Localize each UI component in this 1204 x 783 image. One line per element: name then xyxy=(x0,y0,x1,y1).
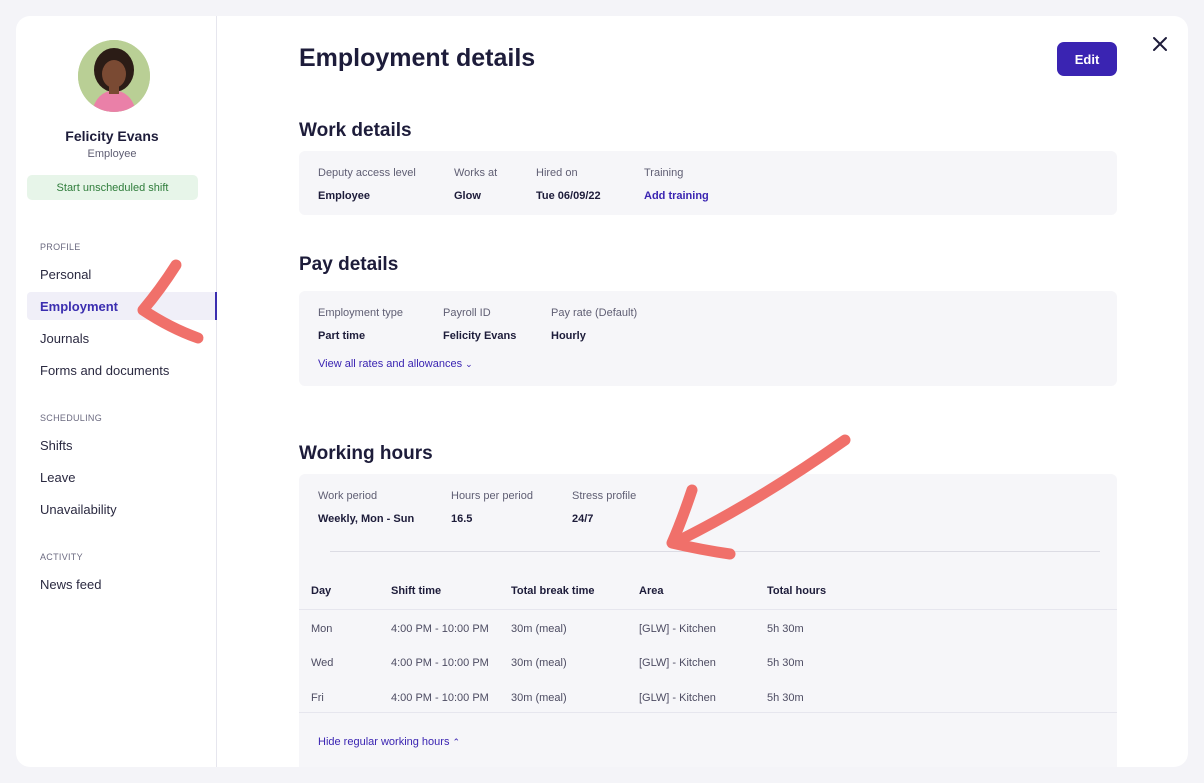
pay-details-heading: Pay details xyxy=(299,254,399,275)
page-title: Employment details xyxy=(299,44,536,72)
field-label: Works at xyxy=(454,167,498,179)
field-training: Training Add training xyxy=(644,167,709,202)
field-works-at: Works at Glow xyxy=(454,167,497,202)
nav-item-unavailability[interactable]: Unavailability xyxy=(27,495,217,523)
column-header-shift-time: Shift time xyxy=(391,585,442,597)
field-value: Weekly, Mon - Sun xyxy=(318,513,415,525)
nav-item-personal[interactable]: Personal xyxy=(27,260,217,288)
edit-button[interactable]: Edit xyxy=(1057,42,1117,76)
field-label: Employment type xyxy=(318,307,403,319)
column-header-day: Day xyxy=(311,585,332,597)
avatar xyxy=(78,40,150,112)
view-all-rates-link[interactable]: View all rates and allowances ⌄ xyxy=(318,358,473,370)
nav-item-employment[interactable]: Employment xyxy=(27,292,217,320)
field-value: Part time xyxy=(318,330,366,342)
view-all-rates-label: View all rates and allowances xyxy=(318,358,463,370)
field-label: Payroll ID xyxy=(443,307,491,319)
field-value: Felicity Evans xyxy=(443,330,517,342)
cell-area: [GLW] - Kitchen xyxy=(639,623,716,635)
chevron-down-icon: ⌄ xyxy=(465,359,473,369)
cell-shift-time: 4:00 PM - 10:00 PM xyxy=(391,692,489,704)
field-label: Pay rate (Default) xyxy=(551,307,638,319)
close-icon[interactable] xyxy=(1150,34,1170,54)
cell-break-time: 30m (meal) xyxy=(511,623,567,635)
hide-working-hours-label: Hide regular working hours xyxy=(318,736,450,748)
column-header-total-hours: Total hours xyxy=(767,585,827,597)
employee-name: Felicity Evans xyxy=(65,128,159,144)
cell-total-hours: 5h 30m xyxy=(767,623,804,635)
field-label: Work period xyxy=(318,490,378,502)
nav-item-forms-and-documents[interactable]: Forms and documents xyxy=(27,356,217,384)
cell-area: [GLW] - Kitchen xyxy=(639,692,716,704)
section-title-activity: ACTIVITY xyxy=(40,552,83,562)
column-header-area: Area xyxy=(639,585,664,597)
work-details-heading: Work details xyxy=(299,120,412,141)
field-hours-per-period: Hours per period 16.5 xyxy=(451,490,533,525)
nav-item-shifts[interactable]: Shifts xyxy=(27,431,217,459)
cell-total-hours: 5h 30m xyxy=(767,657,804,669)
field-label: Deputy access level xyxy=(318,167,416,179)
hide-working-hours-link[interactable]: Hide regular working hours ⌃ xyxy=(318,736,460,748)
section-title-profile: PROFILE xyxy=(40,242,81,252)
field-pay-rate: Pay rate (Default) Hourly xyxy=(551,307,637,342)
field-value: Glow xyxy=(454,190,481,202)
table-header-divider xyxy=(299,609,1117,610)
employee-role: Employee xyxy=(87,148,137,160)
chevron-up-icon: ⌃ xyxy=(452,737,460,747)
employment-details-panel: Employment details Edit Work details Dep… xyxy=(218,16,1188,767)
field-access-level: Deputy access level Employee xyxy=(318,167,416,202)
nav-item-leave[interactable]: Leave xyxy=(27,463,217,491)
field-employment-type: Employment type Part time xyxy=(318,307,403,342)
field-work-period: Work period Weekly, Mon - Sun xyxy=(318,490,414,525)
working-hours-heading: Working hours xyxy=(299,443,433,464)
cell-shift-time: 4:00 PM - 10:00 PM xyxy=(391,657,489,669)
field-value: Employee xyxy=(318,190,370,202)
field-label: Hired on xyxy=(536,167,578,179)
cell-break-time: 30m (meal) xyxy=(511,692,567,704)
work-details-card: Deputy access level Employee Works at Gl… xyxy=(299,151,1117,215)
cell-day: Mon xyxy=(311,623,333,635)
field-stress-profile: Stress profile 24/7 xyxy=(572,490,636,525)
cell-shift-time: 4:00 PM - 10:00 PM xyxy=(391,623,489,635)
cell-total-hours: 5h 30m xyxy=(767,692,804,704)
table-footer-divider xyxy=(299,712,1117,713)
working-hours-card: Work period Weekly, Mon - Sun Hours per … xyxy=(299,474,1117,767)
nav-item-news-feed[interactable]: News feed xyxy=(27,570,217,598)
section-divider xyxy=(330,551,1100,552)
cell-area: [GLW] - Kitchen xyxy=(639,657,716,669)
start-unscheduled-shift-button[interactable]: Start unscheduled shift xyxy=(27,175,198,200)
field-label: Stress profile xyxy=(572,490,637,502)
profile-sidebar: Felicity Evans Employee Start unschedule… xyxy=(16,16,217,767)
field-hired-on: Hired on Tue 06/09/22 xyxy=(536,167,601,202)
column-header-total-break-time: Total break time xyxy=(511,585,595,597)
cell-break-time: 30m (meal) xyxy=(511,657,567,669)
avatar-photo xyxy=(78,40,150,112)
nav-item-journals[interactable]: Journals xyxy=(27,324,217,352)
field-value: 16.5 xyxy=(451,513,473,525)
cell-day: Wed xyxy=(311,657,334,669)
employee-profile-modal: Felicity Evans Employee Start unschedule… xyxy=(16,16,1188,767)
field-value: Tue 06/09/22 xyxy=(536,190,601,202)
field-value: 24/7 xyxy=(572,513,594,525)
pay-details-card: Employment type Part time Payroll ID Fel… xyxy=(299,291,1117,386)
field-label: Hours per period xyxy=(451,490,533,502)
field-payroll-id: Payroll ID Felicity Evans xyxy=(443,307,516,342)
field-value: Hourly xyxy=(551,330,586,342)
add-training-link[interactable]: Add training xyxy=(644,190,709,202)
field-label: Training xyxy=(644,167,684,179)
section-title-scheduling: SCHEDULING xyxy=(40,413,103,423)
cell-day: Fri xyxy=(311,692,324,704)
